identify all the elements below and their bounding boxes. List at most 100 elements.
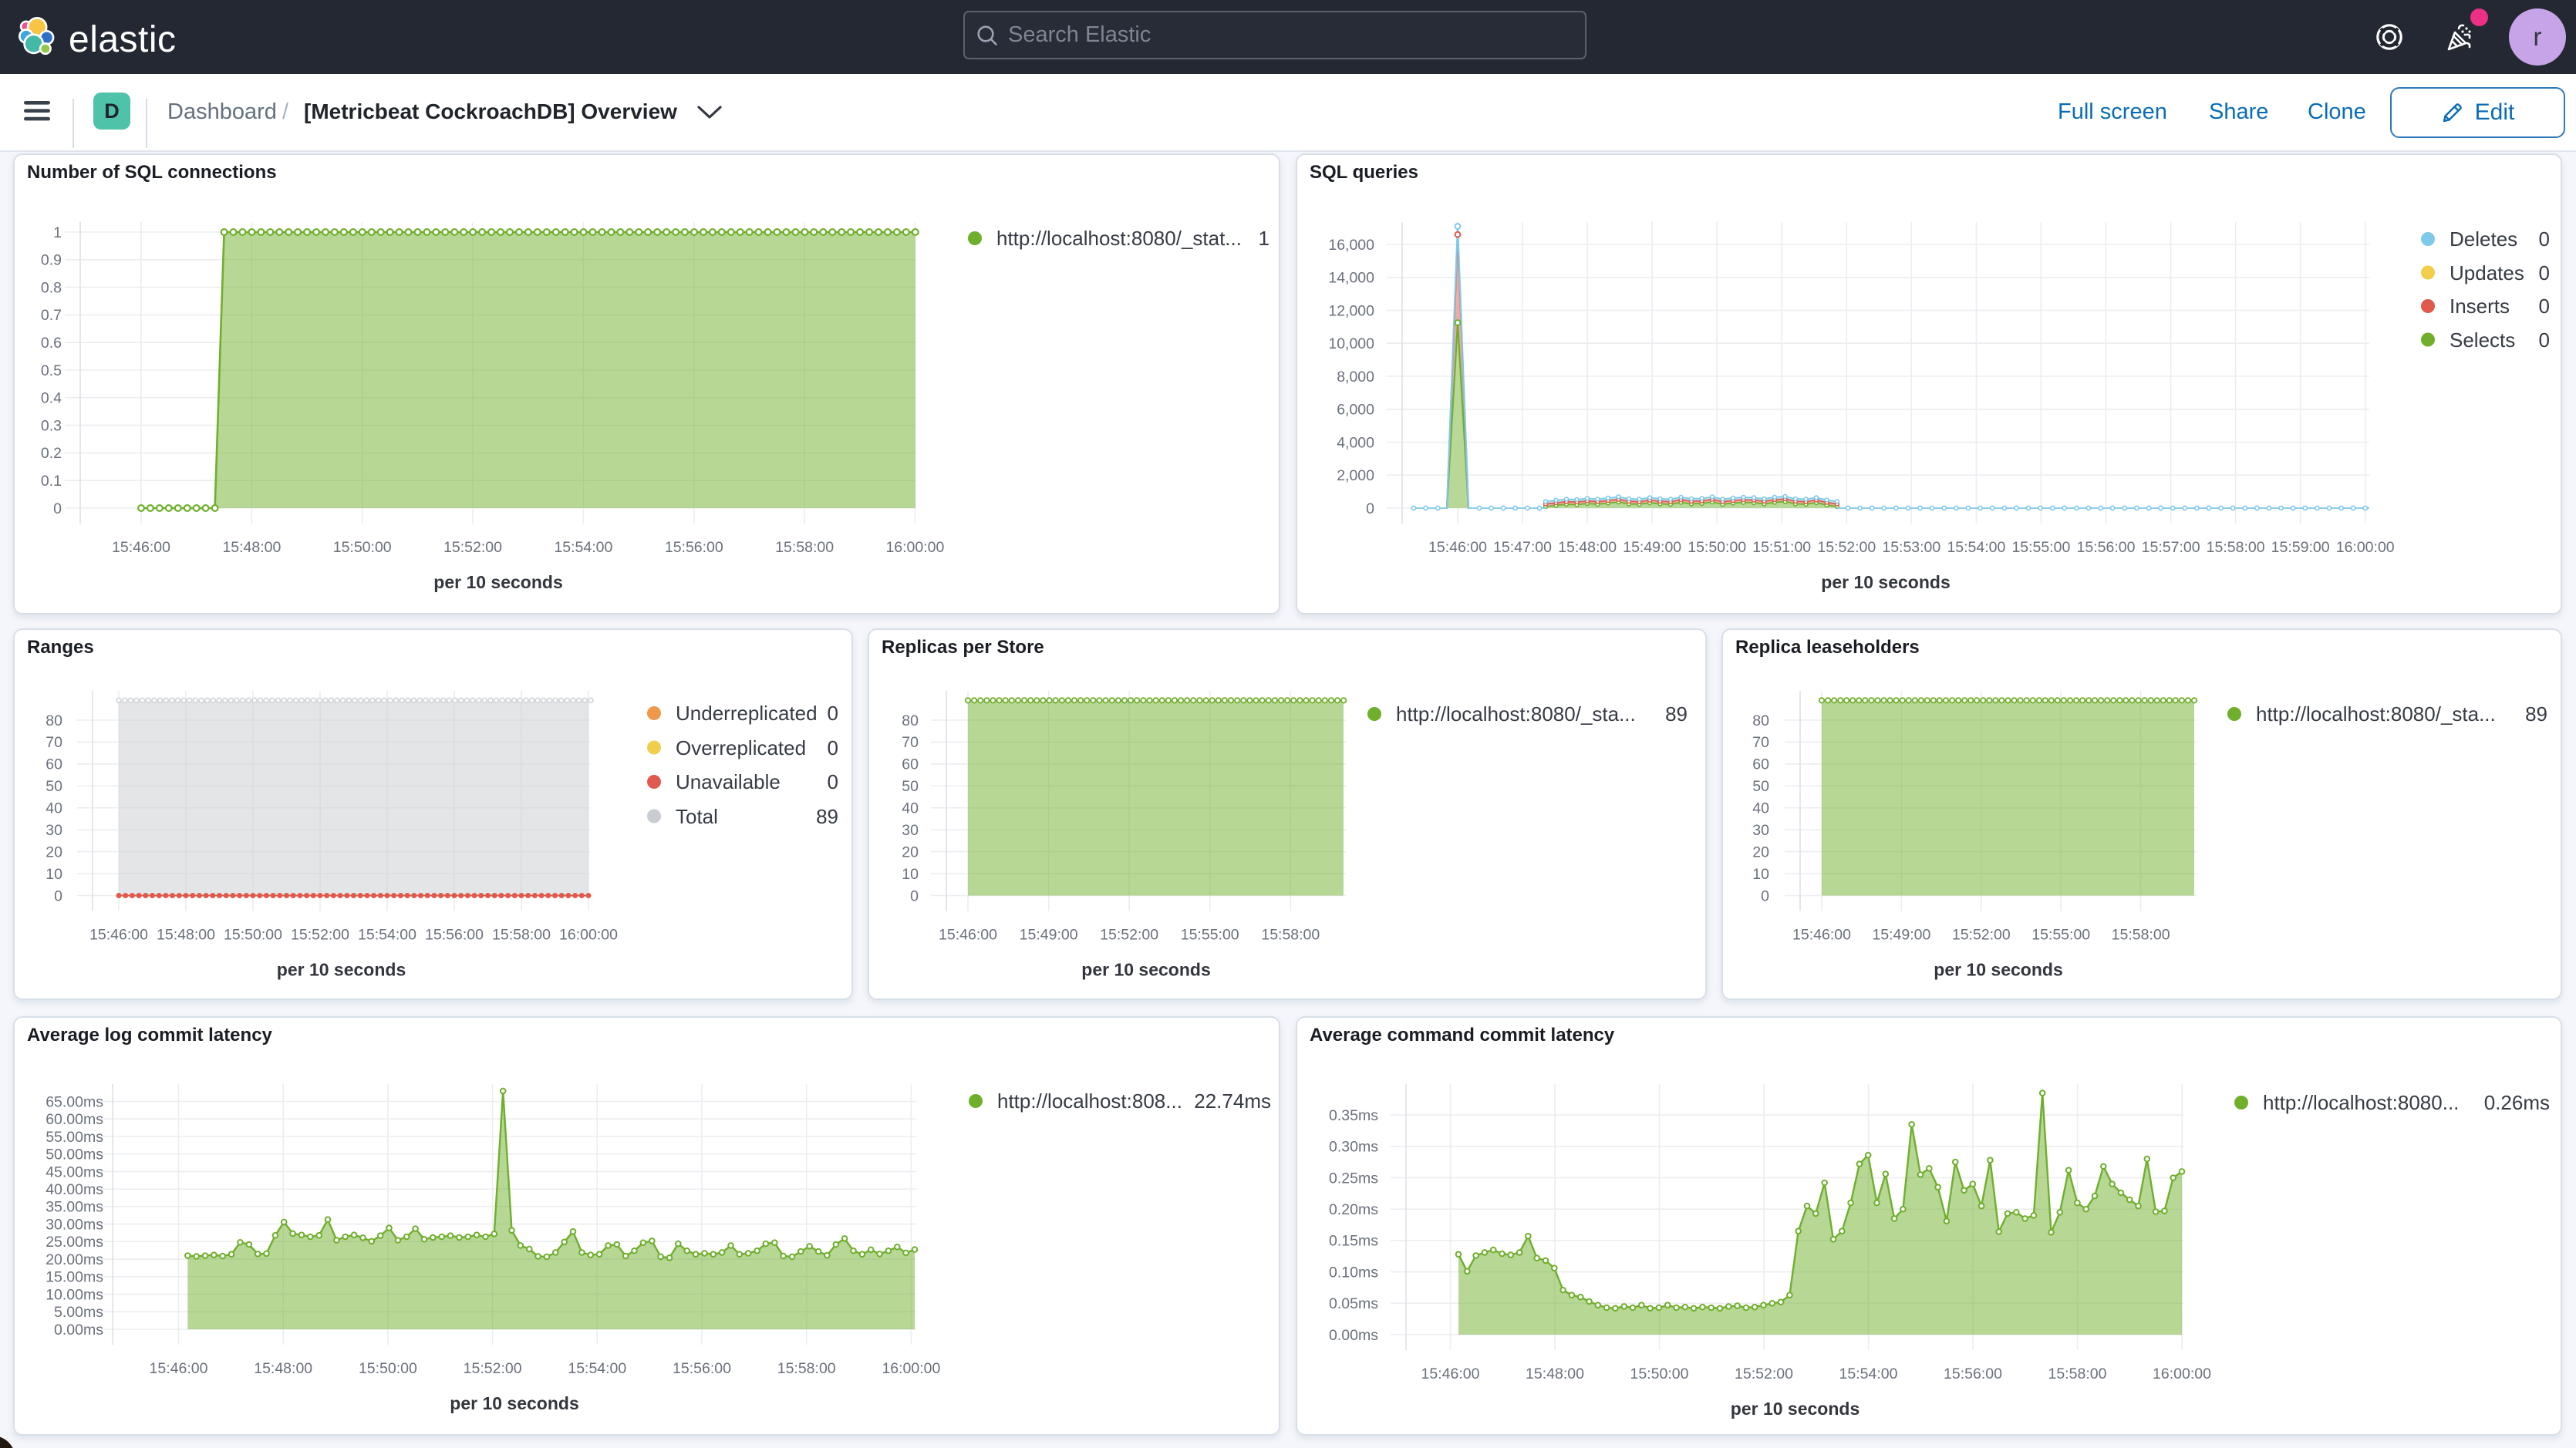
svg-text:2,000: 2,000 bbox=[1337, 467, 1374, 484]
svg-text:16:00:00: 16:00:00 bbox=[2153, 1365, 2211, 1382]
svg-text:15:58:00: 15:58:00 bbox=[2207, 539, 2265, 556]
svg-text:0.00ms: 0.00ms bbox=[1329, 1327, 1378, 1344]
svg-text:50: 50 bbox=[902, 778, 919, 795]
svg-text:15:58:00: 15:58:00 bbox=[2048, 1365, 2107, 1382]
svg-text:10,000: 10,000 bbox=[1328, 335, 1374, 352]
svg-text:15.00ms: 15.00ms bbox=[46, 1269, 103, 1286]
svg-text:15:55:00: 15:55:00 bbox=[2011, 539, 2070, 556]
svg-text:15:56:00: 15:56:00 bbox=[425, 926, 484, 943]
svg-text:80: 80 bbox=[1752, 712, 1769, 729]
svg-text:16:00:00: 16:00:00 bbox=[559, 926, 618, 943]
svg-text:15:54:00: 15:54:00 bbox=[358, 926, 416, 943]
svg-text:70: 70 bbox=[46, 734, 62, 751]
svg-text:15:54:00: 15:54:00 bbox=[1947, 539, 2005, 556]
svg-text:15:50:00: 15:50:00 bbox=[1688, 539, 1746, 556]
svg-text:70: 70 bbox=[1752, 734, 1769, 751]
svg-text:per 10 seconds: per 10 seconds bbox=[1821, 572, 1950, 592]
svg-text:70: 70 bbox=[902, 734, 919, 751]
svg-text:0.4: 0.4 bbox=[41, 390, 62, 407]
svg-text:55.00ms: 55.00ms bbox=[46, 1129, 103, 1146]
svg-text:15:56:00: 15:56:00 bbox=[673, 1360, 731, 1377]
svg-text:15:50:00: 15:50:00 bbox=[359, 1360, 417, 1377]
svg-text:0.05ms: 0.05ms bbox=[1329, 1295, 1378, 1312]
svg-text:0.3: 0.3 bbox=[41, 417, 62, 434]
svg-text:0: 0 bbox=[910, 887, 919, 904]
svg-text:15:52:00: 15:52:00 bbox=[291, 926, 349, 943]
svg-text:15:49:00: 15:49:00 bbox=[1020, 926, 1078, 943]
svg-text:15:58:00: 15:58:00 bbox=[775, 539, 834, 556]
svg-text:10: 10 bbox=[902, 866, 919, 883]
svg-text:14,000: 14,000 bbox=[1328, 270, 1374, 287]
svg-text:0.9: 0.9 bbox=[41, 252, 62, 269]
svg-text:20: 20 bbox=[902, 844, 919, 860]
svg-text:15:56:00: 15:56:00 bbox=[2077, 539, 2136, 556]
svg-text:0.15ms: 0.15ms bbox=[1329, 1233, 1378, 1250]
svg-text:60.00ms: 60.00ms bbox=[46, 1111, 103, 1128]
svg-text:20: 20 bbox=[1752, 844, 1769, 860]
svg-text:5.00ms: 5.00ms bbox=[54, 1304, 103, 1321]
svg-text:15:46:00: 15:46:00 bbox=[1792, 926, 1851, 943]
svg-text:0.5: 0.5 bbox=[41, 362, 62, 379]
svg-text:15:52:00: 15:52:00 bbox=[1817, 539, 1876, 556]
svg-text:0.30ms: 0.30ms bbox=[1329, 1139, 1378, 1156]
svg-text:per 10 seconds: per 10 seconds bbox=[1731, 1399, 1860, 1419]
svg-text:0.25ms: 0.25ms bbox=[1329, 1170, 1378, 1187]
svg-text:16:00:00: 16:00:00 bbox=[882, 1360, 940, 1377]
svg-text:45.00ms: 45.00ms bbox=[46, 1163, 103, 1180]
svg-text:10.00ms: 10.00ms bbox=[46, 1286, 103, 1303]
svg-text:0.1: 0.1 bbox=[41, 473, 62, 490]
svg-text:15:50:00: 15:50:00 bbox=[333, 539, 392, 556]
svg-text:80: 80 bbox=[46, 712, 62, 729]
svg-text:15:52:00: 15:52:00 bbox=[1100, 926, 1158, 943]
svg-text:30: 30 bbox=[902, 822, 919, 839]
svg-text:15:52:00: 15:52:00 bbox=[443, 539, 502, 556]
svg-text:15:47:00: 15:47:00 bbox=[1493, 539, 1552, 556]
svg-text:0: 0 bbox=[1366, 500, 1374, 517]
svg-text:20: 20 bbox=[46, 844, 62, 860]
svg-text:15:59:00: 15:59:00 bbox=[2271, 539, 2330, 556]
svg-text:15:48:00: 15:48:00 bbox=[1526, 1365, 1584, 1382]
svg-text:15:48:00: 15:48:00 bbox=[1558, 539, 1617, 556]
svg-text:20.00ms: 20.00ms bbox=[46, 1251, 103, 1268]
svg-text:15:50:00: 15:50:00 bbox=[224, 926, 282, 943]
svg-text:60: 60 bbox=[1752, 756, 1769, 773]
svg-text:15:52:00: 15:52:00 bbox=[1735, 1365, 1793, 1382]
svg-text:40: 40 bbox=[1752, 800, 1769, 817]
svg-text:0.8: 0.8 bbox=[41, 279, 62, 296]
svg-text:8,000: 8,000 bbox=[1337, 369, 1374, 386]
svg-text:15:54:00: 15:54:00 bbox=[554, 539, 612, 556]
svg-text:40.00ms: 40.00ms bbox=[46, 1181, 103, 1198]
svg-text:60: 60 bbox=[46, 756, 62, 773]
svg-text:15:58:00: 15:58:00 bbox=[777, 1360, 836, 1377]
svg-text:15:46:00: 15:46:00 bbox=[939, 926, 997, 943]
svg-text:15:56:00: 15:56:00 bbox=[665, 539, 723, 556]
svg-text:15:46:00: 15:46:00 bbox=[150, 1360, 208, 1377]
svg-text:15:50:00: 15:50:00 bbox=[1630, 1365, 1689, 1382]
svg-text:0: 0 bbox=[54, 887, 62, 904]
svg-text:15:55:00: 15:55:00 bbox=[1181, 926, 1239, 943]
svg-text:10: 10 bbox=[1752, 866, 1769, 883]
svg-text:15:52:00: 15:52:00 bbox=[1952, 926, 2011, 943]
svg-text:50: 50 bbox=[46, 778, 62, 795]
svg-text:15:58:00: 15:58:00 bbox=[1261, 926, 1320, 943]
svg-text:per 10 seconds: per 10 seconds bbox=[433, 572, 562, 592]
svg-text:65.00ms: 65.00ms bbox=[46, 1093, 103, 1110]
svg-text:16:00:00: 16:00:00 bbox=[885, 539, 944, 556]
svg-text:25.00ms: 25.00ms bbox=[46, 1234, 103, 1251]
svg-text:15:46:00: 15:46:00 bbox=[112, 539, 170, 556]
svg-text:4,000: 4,000 bbox=[1337, 434, 1374, 451]
svg-text:15:49:00: 15:49:00 bbox=[1623, 539, 1681, 556]
svg-text:16,000: 16,000 bbox=[1328, 237, 1374, 254]
svg-text:15:49:00: 15:49:00 bbox=[1872, 926, 1930, 943]
svg-text:15:53:00: 15:53:00 bbox=[1882, 539, 1940, 556]
svg-text:0.10ms: 0.10ms bbox=[1329, 1264, 1378, 1281]
svg-text:15:52:00: 15:52:00 bbox=[464, 1360, 522, 1377]
svg-text:15:58:00: 15:58:00 bbox=[492, 926, 551, 943]
svg-text:15:51:00: 15:51:00 bbox=[1752, 539, 1811, 556]
svg-text:15:56:00: 15:56:00 bbox=[1944, 1365, 2002, 1382]
svg-text:per 10 seconds: per 10 seconds bbox=[277, 960, 406, 980]
svg-text:12,000: 12,000 bbox=[1328, 302, 1374, 319]
svg-text:16:00:00: 16:00:00 bbox=[2336, 539, 2395, 556]
svg-text:15:46:00: 15:46:00 bbox=[1428, 539, 1487, 556]
svg-text:15:48:00: 15:48:00 bbox=[254, 1360, 312, 1377]
